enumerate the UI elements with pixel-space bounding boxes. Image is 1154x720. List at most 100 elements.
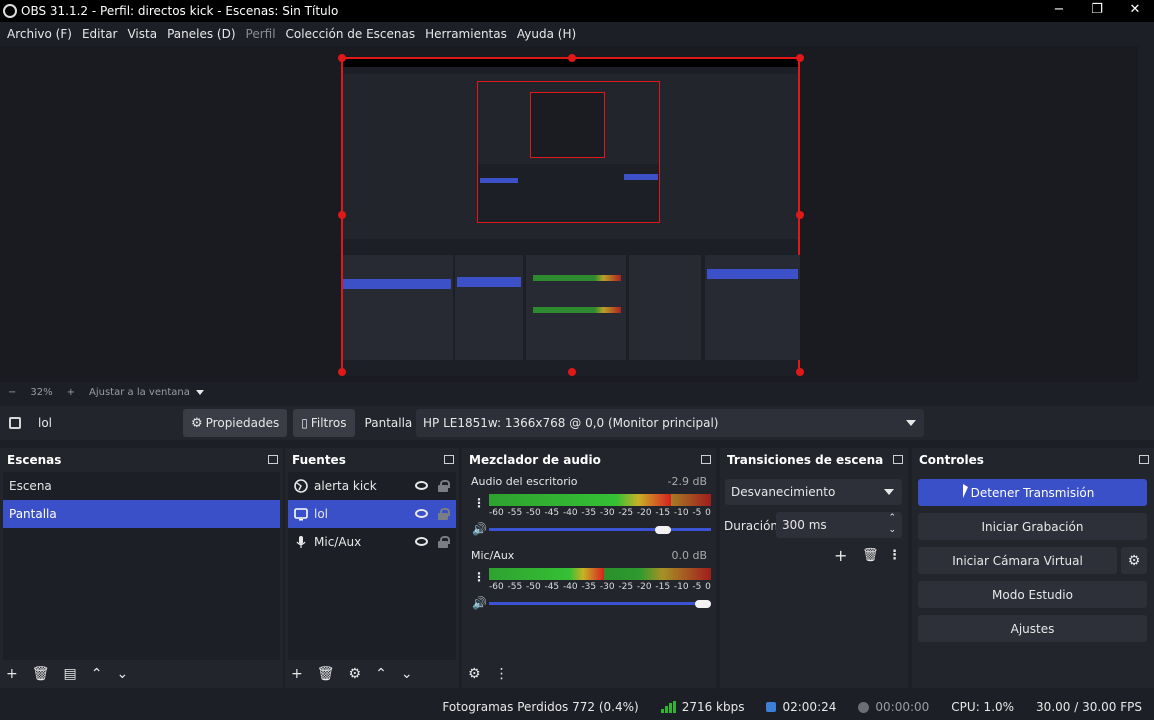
meter-ticks: -60 -55 -50 -45 -40 -35 -30 -25 -20 -15 … bbox=[489, 508, 711, 518]
stop-streaming-button[interactable]: Detener Transmisión bbox=[918, 479, 1147, 506]
source-item-lol[interactable]: lol bbox=[288, 500, 456, 528]
preview-scrollbar[interactable] bbox=[1138, 46, 1154, 382]
zoom-dropdown-icon[interactable] bbox=[195, 389, 204, 395]
display-select[interactable]: HP LE1851w: 1366x768 @ 0,0 (Monitor prin… bbox=[416, 409, 924, 437]
controls-title: Controles bbox=[919, 453, 984, 467]
source-properties-icon[interactable]: ⚙ bbox=[349, 666, 362, 682]
eye-icon[interactable] bbox=[415, 537, 428, 546]
duration-input[interactable]: 300 ms ⌃ ⌄ bbox=[776, 512, 902, 538]
volume-slider-knob[interactable] bbox=[695, 600, 711, 608]
resize-handle-br[interactable] bbox=[796, 368, 804, 376]
remove-scene-icon[interactable]: 🗑 bbox=[32, 666, 50, 682]
tick-label: -25 bbox=[618, 508, 634, 518]
cpu-usage: CPU: 1.0% bbox=[951, 700, 1015, 714]
spin-arrows-icon[interactable]: ⌃ ⌄ bbox=[888, 512, 896, 536]
resize-handle-bl[interactable] bbox=[338, 368, 346, 376]
add-scene-icon[interactable]: + bbox=[6, 666, 18, 682]
move-up-icon[interactable]: ⌃ bbox=[91, 666, 103, 682]
menu-vista[interactable]: Vista bbox=[122, 27, 162, 41]
menu-coleccion-escenas[interactable]: Colección de Escenas bbox=[281, 27, 421, 41]
undock-icon[interactable] bbox=[893, 455, 903, 464]
sources-dock: Fuentes alerta kick lol Mic/Aux + 🗑 ⚙ ⌃ … bbox=[285, 448, 459, 688]
record-indicator-icon bbox=[858, 701, 870, 713]
speaker-icon[interactable]: 🔊 bbox=[472, 522, 487, 536]
scene-item-escena[interactable]: Escena bbox=[3, 472, 280, 500]
source-checkbox-icon[interactable] bbox=[9, 417, 21, 429]
zoom-bar: − 32% + Ajustar a la ventana bbox=[0, 382, 1154, 402]
undock-icon[interactable] bbox=[701, 455, 711, 464]
tick-label: -10 bbox=[673, 508, 689, 518]
transition-select[interactable]: Desvanecimiento bbox=[725, 479, 902, 505]
start-virtual-camera-button[interactable]: Iniciar Cámara Virtual bbox=[918, 547, 1117, 574]
menu-paneles[interactable]: Paneles (D) bbox=[162, 27, 240, 41]
lock-icon[interactable] bbox=[438, 536, 450, 548]
menu-herramientas[interactable]: Herramientas bbox=[420, 27, 512, 41]
tick-label: -60 bbox=[489, 582, 504, 592]
source-item-mic-aux[interactable]: Mic/Aux bbox=[288, 528, 456, 556]
source-label: alerta kick bbox=[314, 479, 377, 493]
start-recording-button[interactable]: Iniciar Grabación bbox=[918, 513, 1147, 540]
volume-slider[interactable] bbox=[489, 602, 711, 605]
audio-mixer-dock: Mezclador de audio Audio del escritorio … bbox=[462, 448, 716, 688]
tick-label: -5 bbox=[692, 508, 702, 518]
resize-handle-l[interactable] bbox=[338, 211, 346, 219]
signal-bars-icon bbox=[660, 701, 676, 713]
menu-editar[interactable]: Editar bbox=[77, 27, 123, 41]
maximize-button[interactable]: ❐ bbox=[1078, 0, 1116, 22]
resize-handle-tl[interactable] bbox=[338, 54, 346, 62]
kebab-menu-icon[interactable]: ⋮ bbox=[888, 548, 901, 563]
menu-ayuda[interactable]: Ayuda (H) bbox=[512, 27, 581, 41]
advanced-audio-icon[interactable]: ⚙ bbox=[468, 666, 481, 682]
resize-handle-tr[interactable] bbox=[796, 54, 804, 62]
add-transition-icon[interactable]: + bbox=[834, 546, 847, 565]
scenes-list: Escena Pantalla bbox=[3, 472, 280, 660]
close-button[interactable]: ✕ bbox=[1116, 0, 1154, 22]
preview-canvas[interactable] bbox=[338, 54, 804, 376]
virtual-camera-settings-gear-icon[interactable]: ⚙ bbox=[1121, 547, 1147, 574]
scene-filters-icon[interactable]: ▤ bbox=[64, 666, 77, 682]
speaker-icon[interactable]: 🔊 bbox=[472, 596, 487, 610]
volume-slider-knob[interactable] bbox=[655, 526, 672, 534]
kebab-menu-icon[interactable]: ⋮ bbox=[495, 666, 509, 682]
resize-handle-r[interactable] bbox=[796, 211, 804, 219]
zoom-level: 32% bbox=[30, 386, 53, 398]
zoom-in-button[interactable]: + bbox=[67, 387, 75, 398]
stream-time: 02:00:24 bbox=[782, 700, 837, 714]
resize-handle-b[interactable] bbox=[568, 368, 576, 376]
mouse-cursor-icon bbox=[963, 484, 968, 498]
source-item-alerta-kick[interactable]: alerta kick bbox=[288, 472, 456, 500]
eye-icon[interactable] bbox=[415, 509, 428, 518]
undock-icon[interactable] bbox=[1139, 455, 1149, 464]
scene-item-pantalla[interactable]: Pantalla bbox=[3, 500, 280, 528]
menu-archivo[interactable]: Archivo (F) bbox=[2, 27, 77, 41]
resize-handle-t[interactable] bbox=[568, 54, 576, 62]
studio-mode-button[interactable]: Modo Estudio bbox=[918, 581, 1147, 608]
menu-perfil[interactable]: Perfil bbox=[241, 27, 281, 41]
minimize-button[interactable]: − bbox=[1040, 0, 1078, 22]
tick-label: -45 bbox=[544, 508, 560, 518]
preview-nested-button bbox=[624, 174, 658, 180]
fit-to-window-button[interactable]: Ajustar a la ventana bbox=[89, 387, 190, 398]
move-up-icon[interactable]: ⌃ bbox=[375, 666, 387, 682]
preview-nested-menubar bbox=[343, 67, 798, 74]
zoom-out-button[interactable]: − bbox=[8, 387, 16, 398]
duration-label: Duración bbox=[724, 519, 779, 533]
move-down-icon[interactable]: ⌄ bbox=[401, 666, 413, 682]
volume-slider[interactable] bbox=[489, 528, 711, 531]
undock-icon[interactable] bbox=[444, 455, 454, 464]
settings-button[interactable]: Ajustes bbox=[918, 615, 1147, 642]
add-source-icon[interactable]: + bbox=[291, 666, 303, 682]
lock-icon[interactable] bbox=[438, 480, 450, 492]
remove-transition-icon[interactable]: 🗑 bbox=[862, 548, 879, 563]
lock-icon[interactable] bbox=[438, 508, 450, 520]
sources-dock-header: Fuentes bbox=[285, 448, 459, 472]
eye-icon[interactable] bbox=[415, 481, 428, 490]
remove-source-icon[interactable]: 🗑 bbox=[317, 666, 335, 682]
filters-button[interactable]: ▯ Filtros bbox=[293, 409, 355, 437]
properties-button[interactable]: ⚙ Propiedades bbox=[183, 409, 288, 437]
kebab-menu-icon[interactable]: ⋮ bbox=[473, 570, 485, 584]
kebab-menu-icon[interactable]: ⋮ bbox=[473, 496, 485, 510]
preview-nested-sources bbox=[455, 255, 523, 360]
undock-icon[interactable] bbox=[268, 455, 278, 464]
move-down-icon[interactable]: ⌄ bbox=[116, 666, 128, 682]
